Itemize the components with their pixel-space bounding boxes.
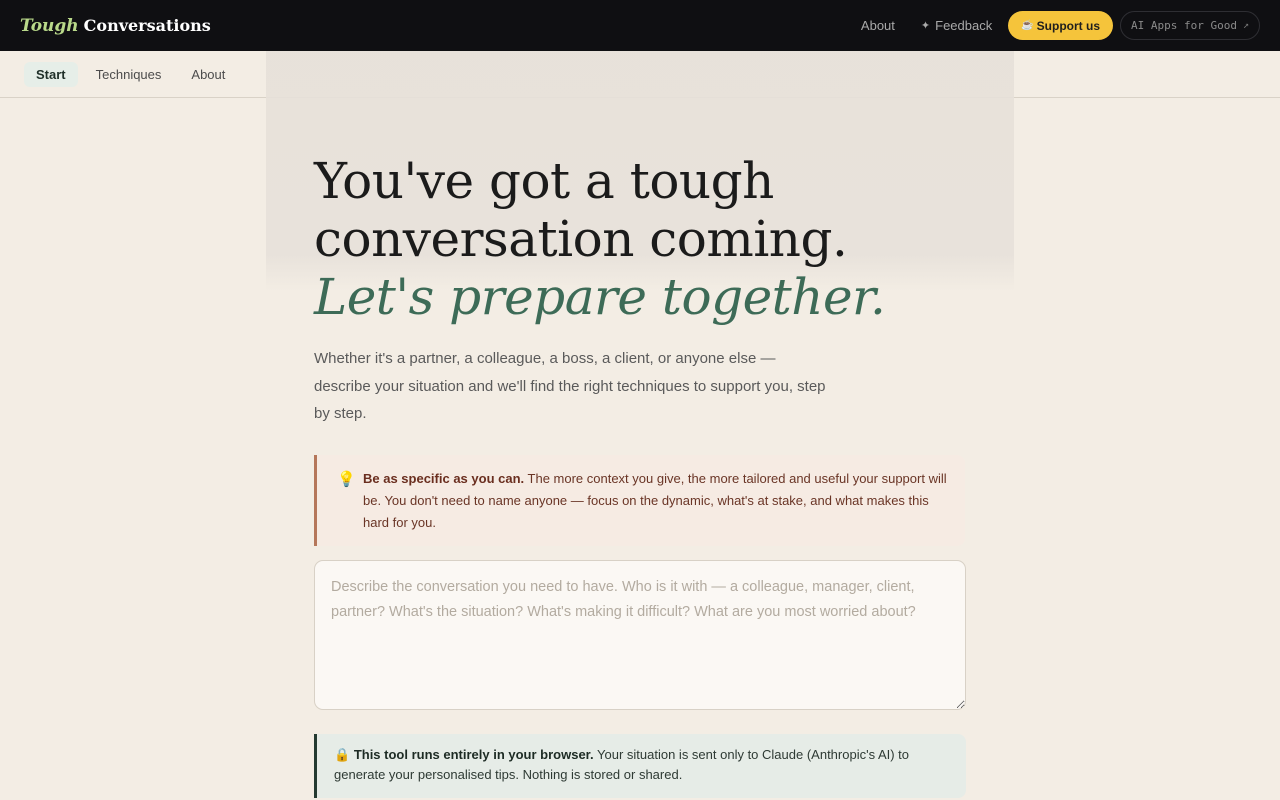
brand-italic: Tough (20, 15, 79, 36)
brand-bold: Conversations (83, 15, 211, 35)
support-us-button[interactable]: ☕ Support us (1008, 11, 1113, 40)
cup-icon: ☕ (1021, 20, 1034, 31)
top-about-link[interactable]: About (861, 18, 895, 33)
hero-heading: You've got a tough conversation coming. … (314, 152, 994, 326)
situation-input[interactable] (314, 560, 966, 710)
hero-lead: Whether it's a partner, a colleague, a b… (314, 350, 826, 422)
top-nav: About ✦ Feedback ☕ Support us AI Apps fo… (861, 11, 1260, 40)
lightbulb-icon: 💡 (337, 471, 356, 488)
hero-accent-line: Let's prepare together. (314, 268, 886, 326)
external-arrow-icon: ↗ (1242, 20, 1249, 31)
hero-line-1: You've got a tough (314, 152, 774, 210)
privacy-note: 🔒 This tool runs entirely in your browse… (314, 734, 966, 798)
brand-logo[interactable]: Tough Conversations (20, 16, 211, 36)
hero-line-2: conversation coming. (314, 210, 848, 268)
tip-callout: 💡 Be as specific as you can. The more co… (314, 455, 965, 546)
apps-label: AI Apps for Good (1131, 19, 1237, 32)
feedback-link[interactable]: ✦ Feedback (921, 18, 992, 33)
tab-about[interactable]: About (179, 62, 237, 87)
ai-apps-for-good-link[interactable]: AI Apps for Good ↗ (1120, 11, 1260, 40)
tab-start[interactable]: Start (24, 61, 78, 87)
support-label: Support us (1036, 18, 1100, 33)
tip-bold: Be as specific as you can. (363, 471, 525, 486)
sparkle-icon: ✦ (920, 20, 931, 32)
feedback-label: Feedback (935, 18, 993, 33)
top-bar: Tough Conversations About ✦ Feedback ☕ S… (0, 0, 1280, 51)
privacy-bold: This tool runs entirely in your browser. (353, 747, 594, 762)
tab-techniques[interactable]: Techniques (84, 62, 174, 87)
lock-icon: 🔒 (334, 747, 351, 762)
